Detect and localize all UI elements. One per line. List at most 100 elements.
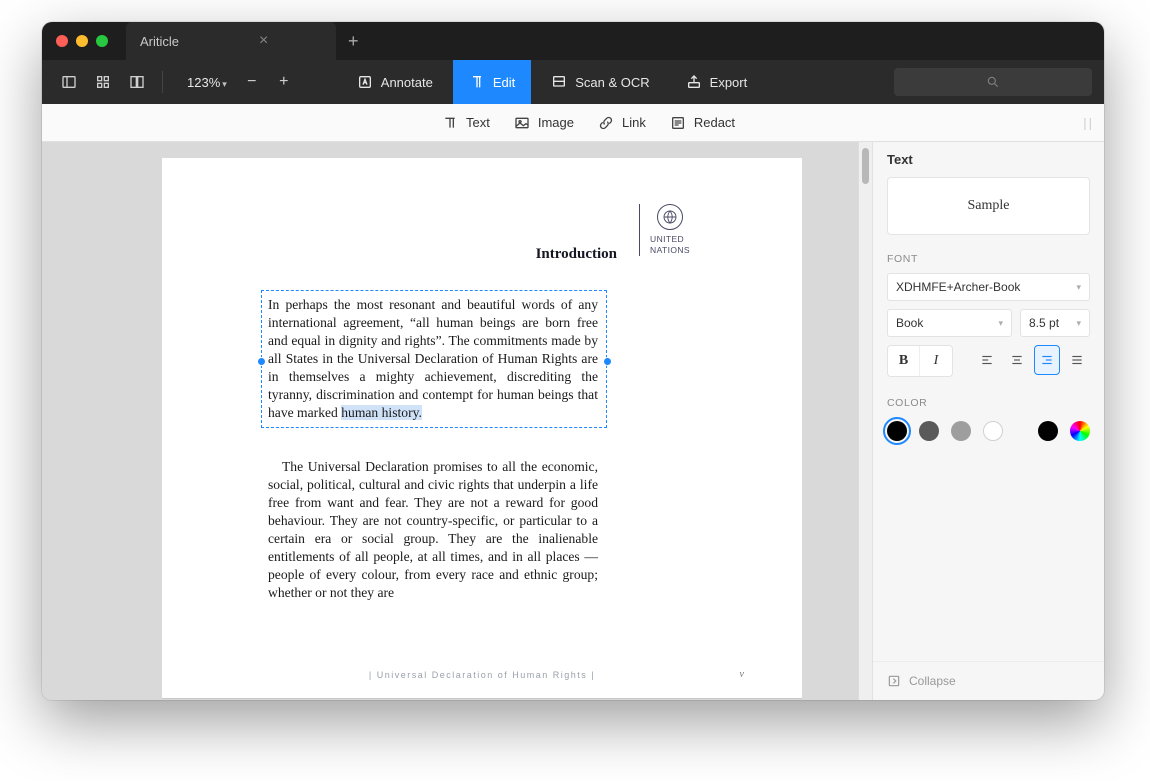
document-page: UNITED NATIONS Introduction In perhaps t… xyxy=(162,158,802,698)
annotate-label: Annotate xyxy=(381,75,433,90)
color-picker-button[interactable] xyxy=(1070,421,1090,441)
traffic-lights xyxy=(42,35,108,47)
selection-handle-right[interactable] xyxy=(603,357,612,366)
zoom-value: 123% xyxy=(187,75,220,90)
swatch-white[interactable] xyxy=(983,421,1003,441)
font-section-label: FONT xyxy=(873,247,1104,267)
edit-link-tool[interactable]: Link xyxy=(598,115,646,131)
thumbnails-icon[interactable] xyxy=(88,67,118,97)
edit-label: Edit xyxy=(493,75,515,90)
vertical-scrollbar[interactable] xyxy=(858,142,872,700)
font-sample-preview: Sample xyxy=(887,177,1090,235)
selection-handle-left[interactable] xyxy=(257,357,266,366)
color-swatch-row xyxy=(887,421,1090,441)
edit-link-label: Link xyxy=(622,115,646,130)
new-tab-button[interactable]: + xyxy=(348,32,359,50)
italic-button[interactable]: I xyxy=(920,346,952,376)
titlebar: Ariticle × + xyxy=(42,22,1104,60)
un-text: UNITED NATIONS xyxy=(650,234,690,256)
search-input[interactable] xyxy=(894,68,1092,96)
highlighted-text: human history. xyxy=(341,405,422,420)
tab-title: Ariticle xyxy=(140,34,179,49)
edit-sub-toolbar: Text Image Link Redact || xyxy=(42,104,1104,142)
zoom-out-button[interactable]: − xyxy=(237,67,267,97)
align-left-button[interactable] xyxy=(974,345,1000,375)
font-family-value: XDHMFE+Archer-Book xyxy=(896,280,1020,294)
edit-text-tool[interactable]: Text xyxy=(442,115,490,131)
paragraph-2[interactable]: The Universal Declaration promises to al… xyxy=(268,458,598,602)
chevron-down-icon: ▾ xyxy=(998,318,1003,329)
zoom-in-button[interactable]: + xyxy=(269,67,299,97)
bold-button[interactable]: B xyxy=(888,346,920,376)
app-window: Ariticle × + 123%▾ − + Annotate xyxy=(42,22,1104,700)
edit-redact-label: Redact xyxy=(694,115,735,130)
zoom-dropdown[interactable]: 123%▾ xyxy=(179,75,235,90)
un-globe-icon xyxy=(657,204,683,230)
swatch-dark-gray[interactable] xyxy=(919,421,939,441)
toolbar-separator xyxy=(162,71,163,93)
edit-mode-button[interactable]: Edit xyxy=(453,60,531,104)
chevron-down-icon: ▾ xyxy=(1076,282,1081,293)
page-view-icon[interactable] xyxy=(122,67,152,97)
font-size-value: 8.5 pt xyxy=(1029,316,1059,330)
font-weight-value: Book xyxy=(896,316,923,330)
paragraph-1[interactable]: In perhaps the most resonant and beautif… xyxy=(268,296,598,422)
collapse-label: Collapse xyxy=(909,674,956,688)
edit-image-tool[interactable]: Image xyxy=(514,115,574,131)
export-label: Export xyxy=(710,75,748,90)
sidebar-title: Text xyxy=(873,142,1104,177)
chevron-down-icon: ▾ xyxy=(222,79,227,89)
align-center-icon xyxy=(1010,353,1024,367)
align-left-icon xyxy=(980,353,994,367)
collapse-icon xyxy=(887,674,901,688)
panel-drag-handle-icon[interactable]: || xyxy=(1083,115,1094,130)
color-section-label: COLOR xyxy=(873,391,1104,411)
align-right-button[interactable] xyxy=(1034,345,1060,375)
paragraph-1-text: In perhaps the most resonant and beautif… xyxy=(268,297,598,420)
edit-redact-tool[interactable]: Redact xyxy=(670,115,735,131)
zoom-control: 123%▾ − + xyxy=(179,67,299,97)
swatch-fill-black[interactable] xyxy=(1038,421,1058,441)
swatch-black-selected[interactable] xyxy=(887,421,907,441)
style-button-group: B I xyxy=(887,345,953,377)
close-tab-icon[interactable]: × xyxy=(259,33,268,49)
document-tab[interactable]: Ariticle × xyxy=(126,22,336,60)
swatch-gray[interactable] xyxy=(951,421,971,441)
text-tool-icon xyxy=(442,115,458,131)
un-logo-block: UNITED NATIONS xyxy=(639,204,690,256)
collapse-sidebar-button[interactable]: Collapse xyxy=(873,661,1104,700)
align-justify-button[interactable] xyxy=(1064,345,1090,375)
scan-ocr-mode-button[interactable]: Scan & OCR xyxy=(535,60,665,104)
un-line2: NATIONS xyxy=(650,245,690,256)
font-family-select[interactable]: XDHMFE+Archer-Book ▾ xyxy=(887,273,1090,301)
page-number: v xyxy=(740,669,744,680)
chevron-down-icon: ▾ xyxy=(1076,318,1081,329)
sidebar-toggle-icon[interactable] xyxy=(54,67,84,97)
app-body: UNITED NATIONS Introduction In perhaps t… xyxy=(42,142,1104,700)
image-tool-icon xyxy=(514,115,530,131)
annotate-mode-button[interactable]: Annotate xyxy=(341,60,449,104)
minimize-window-button[interactable] xyxy=(76,35,88,47)
properties-sidebar: Text Sample FONT XDHMFE+Archer-Book ▾ Bo… xyxy=(872,142,1104,700)
align-button-group xyxy=(974,345,1090,377)
scroll-thumb[interactable] xyxy=(862,148,869,184)
edit-text-label: Text xyxy=(466,115,490,130)
page-heading: Introduction xyxy=(536,246,617,263)
export-mode-button[interactable]: Export xyxy=(670,60,764,104)
edit-image-label: Image xyxy=(538,115,574,130)
search-icon xyxy=(986,75,1000,89)
link-tool-icon xyxy=(598,115,614,131)
un-line1: UNITED xyxy=(650,234,690,245)
fullscreen-window-button[interactable] xyxy=(96,35,108,47)
close-window-button[interactable] xyxy=(56,35,68,47)
document-canvas[interactable]: UNITED NATIONS Introduction In perhaps t… xyxy=(42,142,858,700)
font-weight-select[interactable]: Book ▾ xyxy=(887,309,1012,337)
footer-text: | Universal Declaration of Human Rights … xyxy=(369,670,595,680)
redact-tool-icon xyxy=(670,115,686,131)
main-toolbar: 123%▾ − + Annotate Edit Scan & OCR Expor… xyxy=(42,60,1104,104)
scan-ocr-label: Scan & OCR xyxy=(575,75,649,90)
align-right-icon xyxy=(1040,353,1054,367)
align-justify-icon xyxy=(1070,353,1084,367)
font-size-select[interactable]: 8.5 pt ▾ xyxy=(1020,309,1090,337)
align-center-button[interactable] xyxy=(1004,345,1030,375)
